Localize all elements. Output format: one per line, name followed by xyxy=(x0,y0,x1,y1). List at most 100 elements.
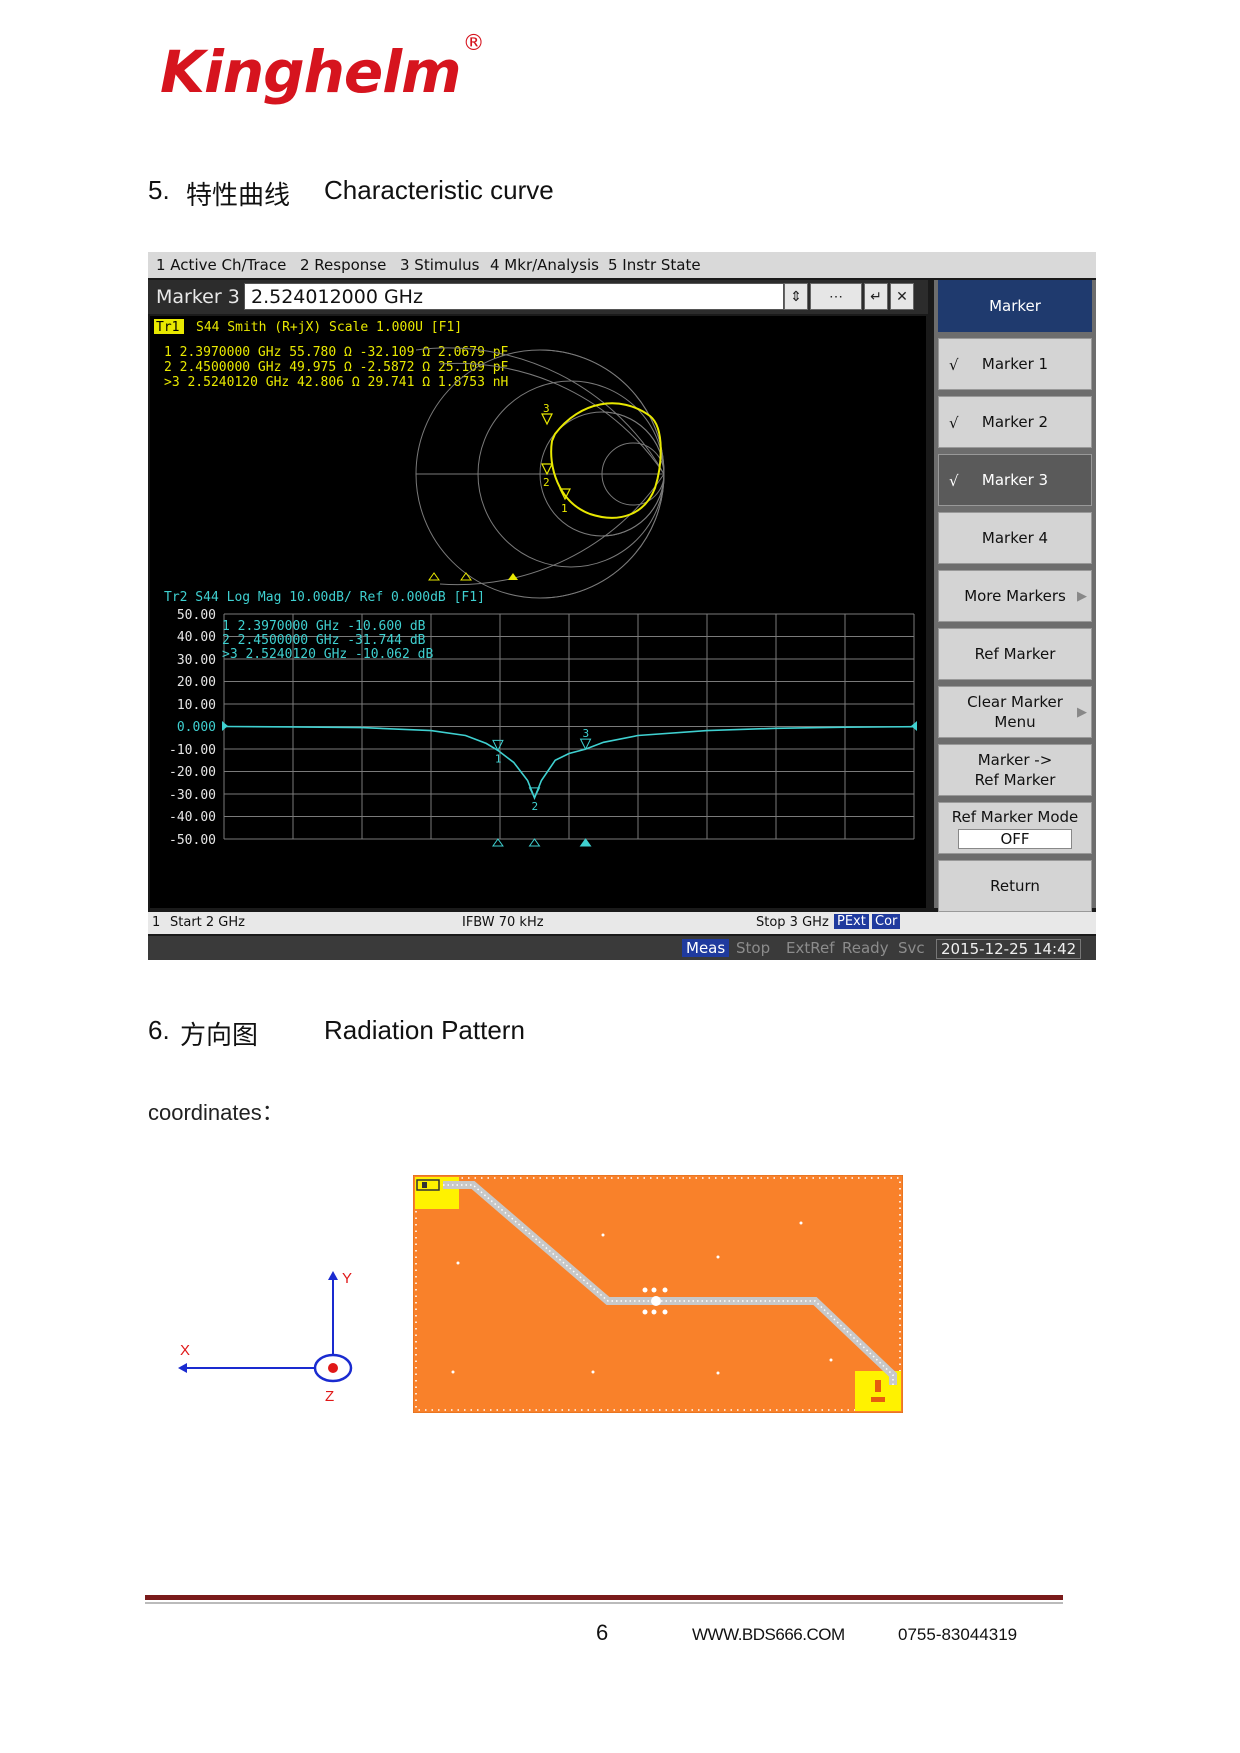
softkey-label: Ref Marker Mode xyxy=(951,808,1079,826)
smith-marker2-num: 2 xyxy=(543,476,550,489)
close-icon[interactable]: ✕ xyxy=(890,283,914,310)
softkey-marker-to-ref[interactable]: Marker -> Ref Marker xyxy=(938,744,1092,796)
ifbw: IFBW 70 kHz xyxy=(462,915,544,930)
chevron-right-icon: ▶ xyxy=(1077,705,1087,720)
ytick-label: -30.00 xyxy=(169,788,216,803)
ytick-label: 20.00 xyxy=(177,675,216,690)
step-icon[interactable]: ⋯ xyxy=(810,283,862,310)
chevron-right-icon: ▶ xyxy=(1077,589,1087,604)
footer-rule xyxy=(145,1595,1063,1600)
smith-trace xyxy=(550,402,662,519)
instrument-status-bar: Meas Stop ExtRef Ready Svc 2015-12-25 14… xyxy=(148,936,1096,960)
softkey-label: Clear Marker Menu xyxy=(967,693,1063,731)
check-icon: √ xyxy=(949,356,959,374)
ytick-label: 10.00 xyxy=(177,698,216,713)
menu-active-ch[interactable]: 1 Active Ch/Trace xyxy=(156,256,286,274)
softkey-label: Ref Marker xyxy=(974,645,1056,663)
softkey-more-markers[interactable]: More Markers ▶ xyxy=(938,570,1092,622)
menu-stimulus[interactable]: 3 Stimulus xyxy=(400,256,480,274)
x-arrow-icon xyxy=(178,1363,187,1373)
vna-screenshot: 1 Active Ch/Trace 2 Response 3 Stimulus … xyxy=(148,252,1096,960)
ytick-label-ref: 0.000 xyxy=(177,720,216,735)
marker-2-label: 2 xyxy=(532,800,539,813)
spin-icon[interactable]: ⇕ xyxy=(784,283,808,310)
logmag-header: Tr2 S44 Log Mag 10.00dB/ Ref 0.000dB [F1… xyxy=(164,590,485,605)
softkey-label: More Markers xyxy=(964,587,1066,605)
logmag-markers: 1 2 3 xyxy=(492,727,592,813)
page-number: 6 xyxy=(596,1620,609,1645)
matching-pad xyxy=(651,1296,661,1306)
logmag-marker-3: >3 2.5240120 GHz -10.062 dB xyxy=(222,647,433,662)
softkey-label: Marker 2 xyxy=(981,413,1049,431)
entry-bar: Marker 3 2.524012000 GHz ⇕ ⋯ ↵ ✕ xyxy=(148,280,928,314)
footer-phone: 0755-83044319 xyxy=(898,1625,1018,1644)
softkey-marker-1[interactable]: √ Marker 1 xyxy=(938,338,1092,390)
softkey-marker-3[interactable]: √ Marker 3 xyxy=(938,454,1092,506)
smith-marker-1: 1 2.3970000 GHz 55.780 Ω -32.109 Ω 2.067… xyxy=(164,345,509,360)
softkey-label: Marker 4 xyxy=(981,529,1049,547)
status-extref: ExtRef xyxy=(786,939,835,957)
vna-menubar: 1 Active Ch/Trace 2 Response 3 Stimulus … xyxy=(148,252,1096,278)
softkey-marker-2[interactable]: √ Marker 2 xyxy=(938,396,1092,448)
ytick-label: -50.00 xyxy=(169,833,216,848)
ground-pin xyxy=(875,1380,881,1392)
smith-stim-marker3 xyxy=(508,573,518,580)
logmag-stim-markers xyxy=(491,838,592,847)
softkey-ref-marker[interactable]: Ref Marker xyxy=(938,628,1092,680)
entry-label: Marker 3 xyxy=(156,286,240,308)
logmag-marker-1: 1 2.3970000 GHz -10.600 dB xyxy=(222,619,426,634)
section5-title-cn: 特性曲线 xyxy=(186,180,291,210)
cor-badge: Cor xyxy=(872,914,901,929)
softkey-label: Marker 1 xyxy=(981,355,1049,373)
stop-freq: Stop 3 GHz xyxy=(756,915,829,930)
z-axis-dot xyxy=(328,1363,338,1373)
registered-mark: ® xyxy=(462,30,485,56)
ref-marker-mode-value: OFF xyxy=(958,829,1072,849)
ytick-label: -20.00 xyxy=(169,765,216,780)
ground-pin-2 xyxy=(871,1397,885,1402)
footer-website[interactable]: WWW.BDS666.COM xyxy=(692,1625,845,1645)
antenna-pcb-image xyxy=(413,1175,903,1413)
ytick-label: -10.00 xyxy=(169,743,216,758)
softkey-panel: Marker √ Marker 1 √ Marker 2 √ Marker 3 Mar… xyxy=(934,280,1096,912)
softkey-marker-4[interactable]: Marker 4 xyxy=(938,512,1092,564)
x-axis-label: X xyxy=(180,1342,190,1359)
stim-marker-1 xyxy=(491,838,504,847)
menu-instr-state[interactable]: 5 Instr State xyxy=(608,256,701,274)
start-freq: Start 2 GHz xyxy=(170,915,245,930)
pcb-board xyxy=(413,1175,903,1413)
logmag-yticks: 50.00 40.00 30.00 20.00 10.00 0.000 -10.… xyxy=(169,608,216,848)
smith-marker2-triangle xyxy=(541,463,553,476)
softkey-title-label: Marker xyxy=(989,297,1041,315)
softkey-clear-marker-menu[interactable]: Clear Marker Menu ▶ xyxy=(938,686,1092,738)
logo-text: Kinghelm xyxy=(160,38,462,106)
check-icon: √ xyxy=(949,472,959,490)
menu-response[interactable]: 2 Response xyxy=(300,256,386,274)
smith-marker1-num: 1 xyxy=(561,502,568,515)
ytick-label: 40.00 xyxy=(177,630,216,645)
enter-icon[interactable]: ↵ xyxy=(864,283,888,310)
z-axis-label: Z xyxy=(325,1388,334,1405)
smith-marker3-triangle xyxy=(541,413,553,426)
smith-marker3-num: 3 xyxy=(543,402,550,415)
softkey-return[interactable]: Return xyxy=(938,860,1092,912)
ytick-label: 50.00 xyxy=(177,608,216,623)
stim-marker-2 xyxy=(528,838,541,847)
section6-number: 6. xyxy=(148,1015,170,1045)
coordinates-label: coordinates： xyxy=(148,1100,284,1125)
vna-plots: Tr1 S44 Smith (R+jX) Scale 1.000U [F1] 1… xyxy=(154,319,917,848)
menu-mkr-analysis[interactable]: 4 Mkr/Analysis xyxy=(490,256,599,274)
y-arrow-icon xyxy=(328,1271,338,1280)
entry-value-field[interactable]: 2.524012000 GHz xyxy=(244,283,784,310)
trace1-tag: Tr1 xyxy=(156,320,179,335)
y-axis-label: Y xyxy=(342,1270,352,1287)
channel-status-bar: 1 Start 2 GHz IFBW 70 kHz Stop 3 GHz PEx… xyxy=(148,912,1096,934)
stim-marker-3 xyxy=(579,838,592,847)
logmag-marker-2: 2 2.4500000 GHz -31.744 dB xyxy=(222,633,426,648)
ytick-label: 30.00 xyxy=(177,653,216,668)
smith-grid xyxy=(415,347,665,599)
softkey-ref-marker-mode[interactable]: Ref Marker Mode OFF xyxy=(938,802,1092,854)
status-svc: Svc xyxy=(898,939,925,957)
pext-badge: PExt xyxy=(834,914,869,929)
softkey-menu-title: Marker xyxy=(938,280,1092,332)
